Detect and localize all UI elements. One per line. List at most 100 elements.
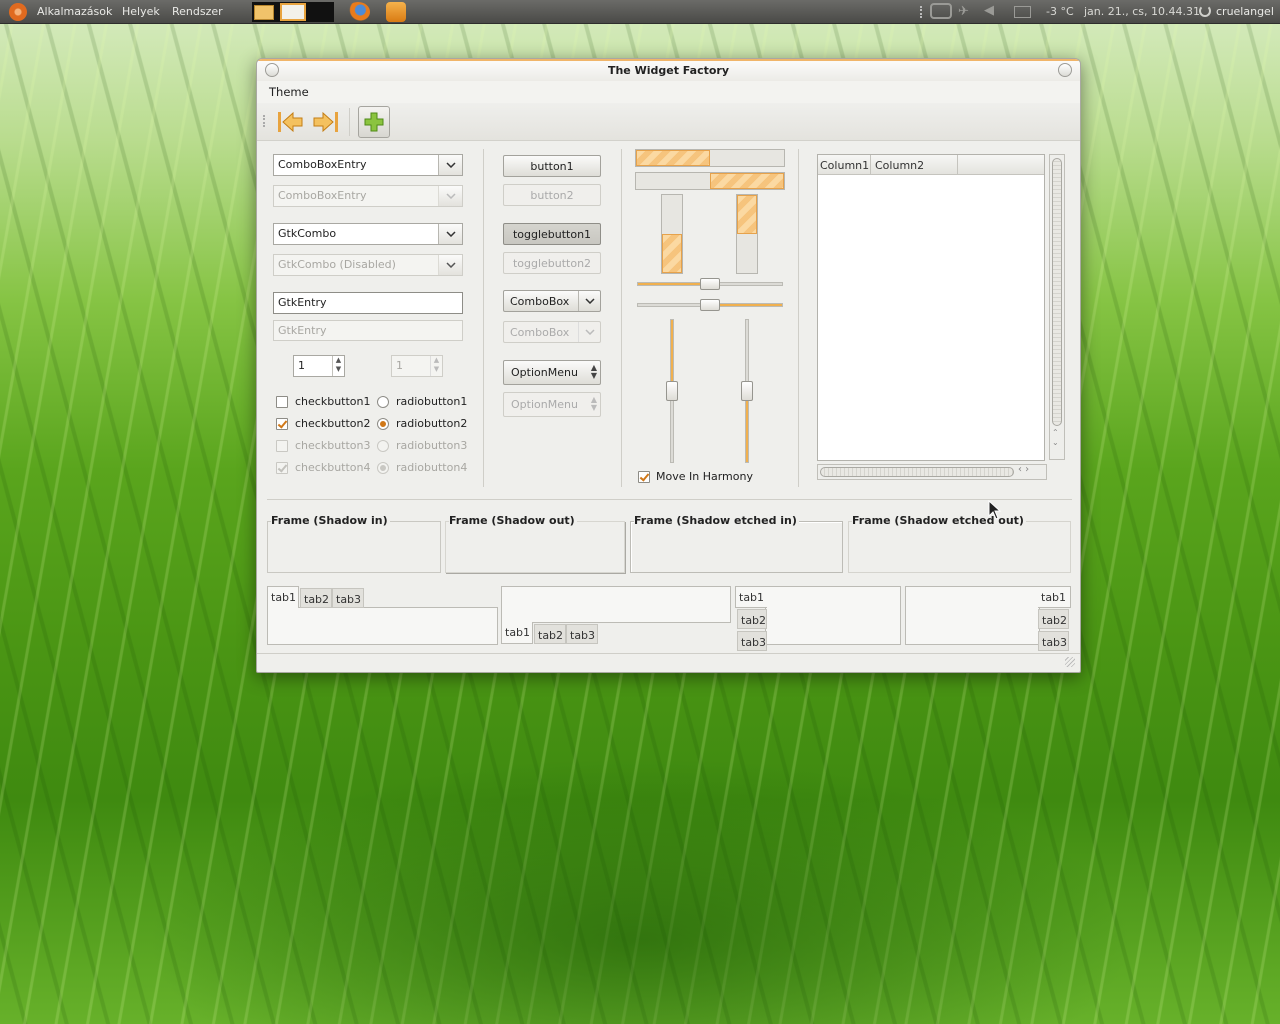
- window-title: The Widget Factory: [607, 64, 730, 77]
- back-button[interactable]: [274, 106, 306, 138]
- notebook-top-tab1[interactable]: tab1: [267, 586, 299, 608]
- notebook-left-tab1[interactable]: tab1: [735, 586, 767, 608]
- option-menu[interactable]: OptionMenu ▲ ▼: [503, 360, 601, 385]
- checkbutton2[interactable]: [276, 418, 288, 430]
- mail-icon[interactable]: [1014, 6, 1031, 18]
- add-button[interactable]: [358, 106, 390, 138]
- volume-icon[interactable]: ◀: [984, 3, 1000, 19]
- progress-bar-h2: [635, 172, 785, 190]
- combo-box-entry[interactable]: ComboBoxEntry: [273, 154, 463, 176]
- combobox[interactable]: ComboBox: [503, 290, 601, 312]
- spin-button-value: 1: [298, 359, 305, 372]
- tree-header: Column1 Column2: [818, 155, 1044, 175]
- title-bar[interactable]: The Widget Factory: [257, 59, 1080, 81]
- firefox-icon[interactable]: [346, 2, 370, 22]
- chevron-down-icon: [445, 262, 456, 268]
- move-in-harmony-check[interactable]: [638, 471, 650, 483]
- horizontal-separator: [267, 499, 1072, 500]
- radiobutton3-label: radiobutton3: [396, 439, 468, 452]
- move-in-harmony-label[interactable]: Move In Harmony: [656, 470, 753, 483]
- notebook-right-tab3[interactable]: tab3: [1038, 631, 1069, 651]
- notebook-right-tab2[interactable]: tab2: [1038, 609, 1069, 629]
- notebook-left-tab2[interactable]: tab2: [737, 609, 767, 629]
- gtk-combo[interactable]: GtkCombo: [273, 223, 463, 245]
- notebook-right-tab1[interactable]: tab1: [1038, 586, 1071, 608]
- gtk-combo-arrow[interactable]: [438, 224, 462, 244]
- scale-h1-slider[interactable]: [700, 278, 720, 290]
- tree-view[interactable]: Column1 Column2: [817, 154, 1045, 461]
- scale-h2-slider[interactable]: [700, 299, 720, 311]
- plus-icon: [364, 112, 384, 132]
- column-separator: [621, 149, 622, 487]
- notebook-bottom-tab1[interactable]: tab1: [501, 622, 533, 644]
- workspace-active[interactable]: [280, 3, 306, 21]
- tree-vscrollbar[interactable]: ⌃ ⌄: [1049, 154, 1065, 460]
- user-name[interactable]: cruelangel: [1216, 5, 1274, 18]
- notebook-left-tab3[interactable]: tab3: [737, 631, 767, 651]
- combo-box-entry-arrow[interactable]: [438, 155, 462, 175]
- spin-button-disabled: 1 ▲ ▼: [391, 355, 443, 377]
- spin-button[interactable]: 1 ▲ ▼: [293, 355, 345, 377]
- vscroll-thumb[interactable]: [1052, 158, 1062, 426]
- radiobutton1[interactable]: [377, 396, 389, 408]
- menu-bar: Theme: [257, 81, 1080, 103]
- tree-hscrollbar[interactable]: ‹ ›: [817, 464, 1047, 480]
- menu-system[interactable]: Rendszer: [172, 5, 223, 18]
- toolbar-grip-icon[interactable]: [263, 115, 266, 127]
- resize-grip-icon[interactable]: [1065, 657, 1075, 667]
- hscroll-thumb[interactable]: [820, 467, 1014, 477]
- togglebutton2: togglebutton2: [503, 252, 601, 274]
- radiobutton4: [377, 462, 389, 474]
- forward-button[interactable]: [310, 106, 342, 138]
- progress-bar-v1: [661, 194, 683, 274]
- togglebutton1[interactable]: togglebutton1: [503, 223, 601, 245]
- chat-icon[interactable]: [930, 3, 952, 19]
- notebook-top-tab3[interactable]: tab3: [332, 588, 364, 608]
- menu-applications[interactable]: Alkalmazások: [37, 5, 112, 18]
- trash-icon[interactable]: [386, 2, 406, 22]
- notebook-top-tab2[interactable]: tab2: [300, 588, 332, 608]
- combo-box-entry-disabled: ComboBoxEntry: [273, 185, 463, 207]
- network-icon[interactable]: ✈: [958, 4, 974, 20]
- scale-v2-slider[interactable]: [741, 381, 753, 401]
- spin-arrows-icon[interactable]: ▲ ▼: [332, 356, 344, 376]
- toolbar-separator: [349, 108, 350, 136]
- scroll-left-right-icon[interactable]: ‹ ›: [1018, 464, 1029, 475]
- combobox-arrow[interactable]: [578, 291, 600, 311]
- ubuntu-logo-icon[interactable]: [9, 3, 27, 21]
- frame-shadow-in-label: Frame (Shadow in): [271, 514, 390, 527]
- radiobutton1-label[interactable]: radiobutton1: [396, 395, 467, 408]
- option-menu-text: OptionMenu: [511, 366, 578, 379]
- notebook-bottom-tab2[interactable]: tab2: [534, 624, 566, 644]
- combobox-disabled-text: ComboBox: [510, 326, 570, 339]
- combobox-text: ComboBox: [510, 295, 570, 308]
- workspace-switcher[interactable]: [252, 2, 334, 22]
- clock[interactable]: jan. 21., cs, 10.44.31: [1084, 5, 1200, 18]
- combo-box-entry-text: ComboBoxEntry: [278, 158, 367, 171]
- scale-v1-slider[interactable]: [666, 381, 678, 401]
- gtk-entry-disabled-text: GtkEntry: [278, 324, 327, 337]
- frame-shadow-out: [445, 521, 625, 573]
- checkbutton1[interactable]: [276, 396, 288, 408]
- power-icon[interactable]: [1199, 5, 1211, 17]
- chevron-down-icon: [584, 298, 595, 304]
- weather-temp[interactable]: -3 °C: [1046, 5, 1074, 18]
- frame-shadow-etched-in: [630, 521, 843, 573]
- tree-column2-header[interactable]: Column2: [875, 159, 924, 172]
- spin-arrows-icon: ▲ ▼: [430, 356, 442, 376]
- radiobutton2-label[interactable]: radiobutton2: [396, 417, 467, 430]
- checkbutton1-label[interactable]: checkbutton1: [295, 395, 371, 408]
- scroll-arrows-icon[interactable]: ⌃ ⌄: [1052, 428, 1059, 448]
- notebook-bottom-tab3[interactable]: tab3: [566, 624, 598, 644]
- gtk-entry[interactable]: GtkEntry: [273, 292, 463, 314]
- radiobutton4-label: radiobutton4: [396, 461, 468, 474]
- menu-theme[interactable]: Theme: [269, 85, 309, 99]
- radiobutton2[interactable]: [377, 418, 389, 430]
- checkbutton2-label[interactable]: checkbutton2: [295, 417, 371, 430]
- arrow-left-icon: [278, 111, 303, 133]
- maximize-window-button[interactable]: [1058, 63, 1072, 77]
- tree-column1-header[interactable]: Column1: [820, 159, 869, 172]
- menu-places[interactable]: Helyek: [122, 5, 160, 18]
- button1[interactable]: button1: [503, 155, 601, 177]
- chevron-down-icon: [445, 231, 456, 237]
